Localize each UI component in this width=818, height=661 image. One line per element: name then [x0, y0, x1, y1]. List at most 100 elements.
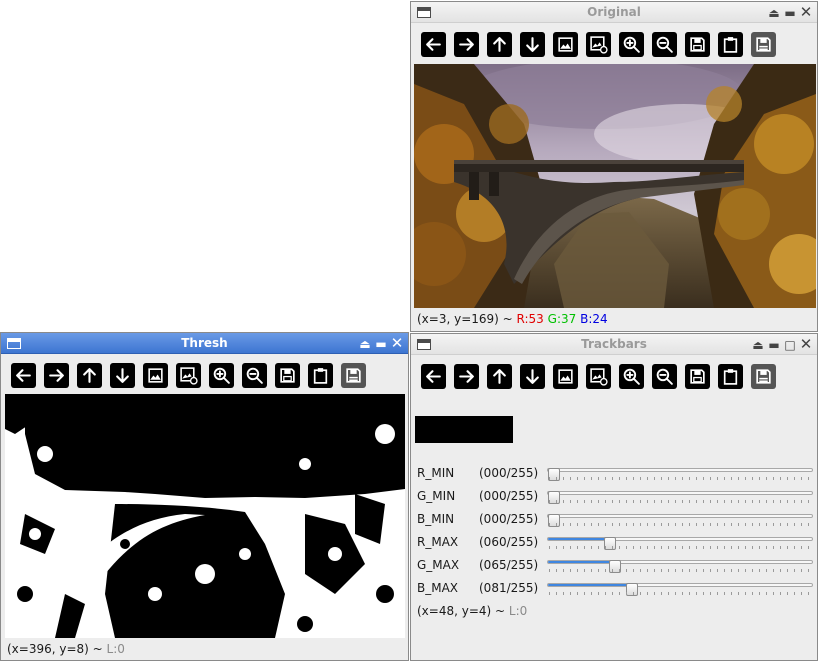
arrow-left-button[interactable] — [421, 364, 446, 389]
arrow-down-button[interactable] — [520, 364, 545, 389]
thresh-image[interactable] — [5, 394, 405, 638]
zoom-out-button[interactable] — [652, 32, 677, 57]
zoom-out-button[interactable] — [652, 364, 677, 389]
r-max-slider[interactable] — [547, 533, 813, 555]
close-icon[interactable]: ✕ — [799, 4, 813, 21]
pixel-luminance: L:0 — [508, 604, 528, 618]
zoom-out-icon — [656, 36, 673, 53]
zoom-out-button[interactable] — [242, 363, 267, 388]
save-image-button[interactable] — [341, 363, 366, 388]
shade-icon[interactable]: ⏏ — [767, 5, 781, 22]
minimize-icon[interactable]: ▬ — [783, 5, 797, 22]
zoom-in-button[interactable] — [619, 32, 644, 57]
g-max-slider[interactable] — [547, 556, 813, 578]
arrow-left-button[interactable] — [11, 363, 36, 388]
thresh-titlebar[interactable]: Thresh ⏏ ▬ ✕ — [1, 333, 408, 354]
slider-label: B_MIN — [417, 512, 455, 526]
clipboard-icon — [313, 368, 328, 384]
thresh-title: Thresh — [181, 336, 228, 350]
pixel-coords: (x=396, y=8) ~ — [7, 642, 107, 656]
b-min-slider[interactable] — [547, 510, 813, 532]
trackbars-status: (x=48, y=4) ~ L:0 — [417, 604, 527, 618]
clipboard-button[interactable] — [718, 364, 743, 389]
image-icon — [558, 37, 573, 52]
trackbars-window[interactable]: Trackbars ⏏ ▬ □ ✕ R_MIN (000/255) G_MIN (00… — [410, 333, 818, 661]
maximize-icon[interactable]: □ — [783, 337, 797, 354]
zoom-in-button[interactable] — [209, 363, 234, 388]
shade-icon[interactable]: ⏏ — [358, 336, 372, 353]
arrow-down-button[interactable] — [110, 363, 135, 388]
zoom-out-icon — [656, 368, 673, 385]
original-image[interactable] — [414, 64, 816, 308]
close-icon[interactable]: ✕ — [390, 335, 404, 352]
original-titlebar[interactable]: Original ⏏ ▬ ✕ — [411, 2, 817, 23]
save-image-button[interactable] — [751, 364, 776, 389]
arrow-down-icon — [116, 368, 129, 383]
minimize-icon[interactable]: ▬ — [767, 337, 781, 354]
image-icon — [558, 369, 573, 384]
image-button[interactable] — [553, 32, 578, 57]
original-window[interactable]: Original ⏏ ▬ ✕ (x=3, y=169) ~ R:53 G:37 … — [410, 1, 818, 332]
pixel-coords: (x=3, y=169) ~ — [417, 312, 517, 326]
arrow-right-button[interactable] — [454, 364, 479, 389]
threshold-mask — [5, 394, 405, 638]
trackbars-titlebar[interactable]: Trackbars ⏏ ▬ □ ✕ — [411, 334, 817, 355]
shade-icon[interactable]: ⏏ — [751, 337, 765, 354]
close-icon[interactable]: ✕ — [799, 336, 813, 353]
slider-value: (000/255) — [479, 512, 539, 526]
arrow-right-button[interactable] — [44, 363, 69, 388]
pixel-red: R:53 — [516, 312, 544, 326]
arrow-down-button[interactable] — [520, 32, 545, 57]
slider-row: R_MIN (000/255) — [417, 464, 813, 486]
slider-value: (060/255) — [479, 535, 539, 549]
image-settings-icon — [590, 368, 608, 386]
image-settings-icon — [590, 36, 608, 54]
trackbars-image[interactable] — [415, 416, 513, 443]
pixel-coords: (x=48, y=4) ~ — [417, 604, 509, 618]
r-min-slider[interactable] — [547, 464, 813, 486]
image-settings-icon — [180, 367, 198, 385]
save-button[interactable] — [685, 32, 710, 57]
arrow-up-button[interactable] — [487, 364, 512, 389]
image-settings-button[interactable] — [586, 364, 611, 389]
pixel-luminance: L:0 — [106, 642, 125, 656]
zoom-in-icon — [213, 367, 230, 384]
thresh-window[interactable]: Thresh ⏏ ▬ ✕ (x=396, y=8) ~ L:0 — [0, 332, 409, 661]
zoom-in-button[interactable] — [619, 364, 644, 389]
window-controls: ⏏ ▬ ✕ — [356, 335, 404, 352]
slider-label: R_MAX — [417, 535, 459, 549]
clipboard-button[interactable] — [718, 32, 743, 57]
clipboard-button[interactable] — [308, 363, 333, 388]
image-button[interactable] — [143, 363, 168, 388]
slider-row: G_MIN (000/255) — [417, 487, 813, 509]
clipboard-icon — [723, 37, 738, 53]
thresh-status: (x=396, y=8) ~ L:0 — [7, 642, 125, 656]
pixel-blue: B:24 — [580, 312, 608, 326]
slider-value: (081/255) — [479, 581, 539, 595]
image-button[interactable] — [553, 364, 578, 389]
b-max-slider[interactable] — [547, 579, 813, 601]
image-settings-button[interactable] — [176, 363, 201, 388]
arrow-down-icon — [526, 37, 539, 52]
image-icon — [148, 368, 163, 383]
zoom-in-icon — [623, 368, 640, 385]
save-icon — [690, 369, 705, 384]
arrow-down-icon — [526, 369, 539, 384]
arrow-left-icon — [16, 369, 31, 382]
bridge-photo — [414, 64, 816, 308]
save-icon — [280, 368, 295, 383]
save-button[interactable] — [685, 364, 710, 389]
arrow-up-button[interactable] — [487, 32, 512, 57]
arrow-up-button[interactable] — [77, 363, 102, 388]
arrow-left-button[interactable] — [421, 32, 446, 57]
arrow-right-button[interactable] — [454, 32, 479, 57]
save-image-icon — [756, 369, 771, 384]
image-settings-button[interactable] — [586, 32, 611, 57]
save-image-icon — [346, 368, 361, 383]
slider-label: G_MAX — [417, 558, 460, 572]
minimize-icon[interactable]: ▬ — [374, 336, 388, 353]
save-button[interactable] — [275, 363, 300, 388]
save-image-button[interactable] — [751, 32, 776, 57]
slider-label: R_MIN — [417, 466, 455, 480]
g-min-slider[interactable] — [547, 487, 813, 509]
